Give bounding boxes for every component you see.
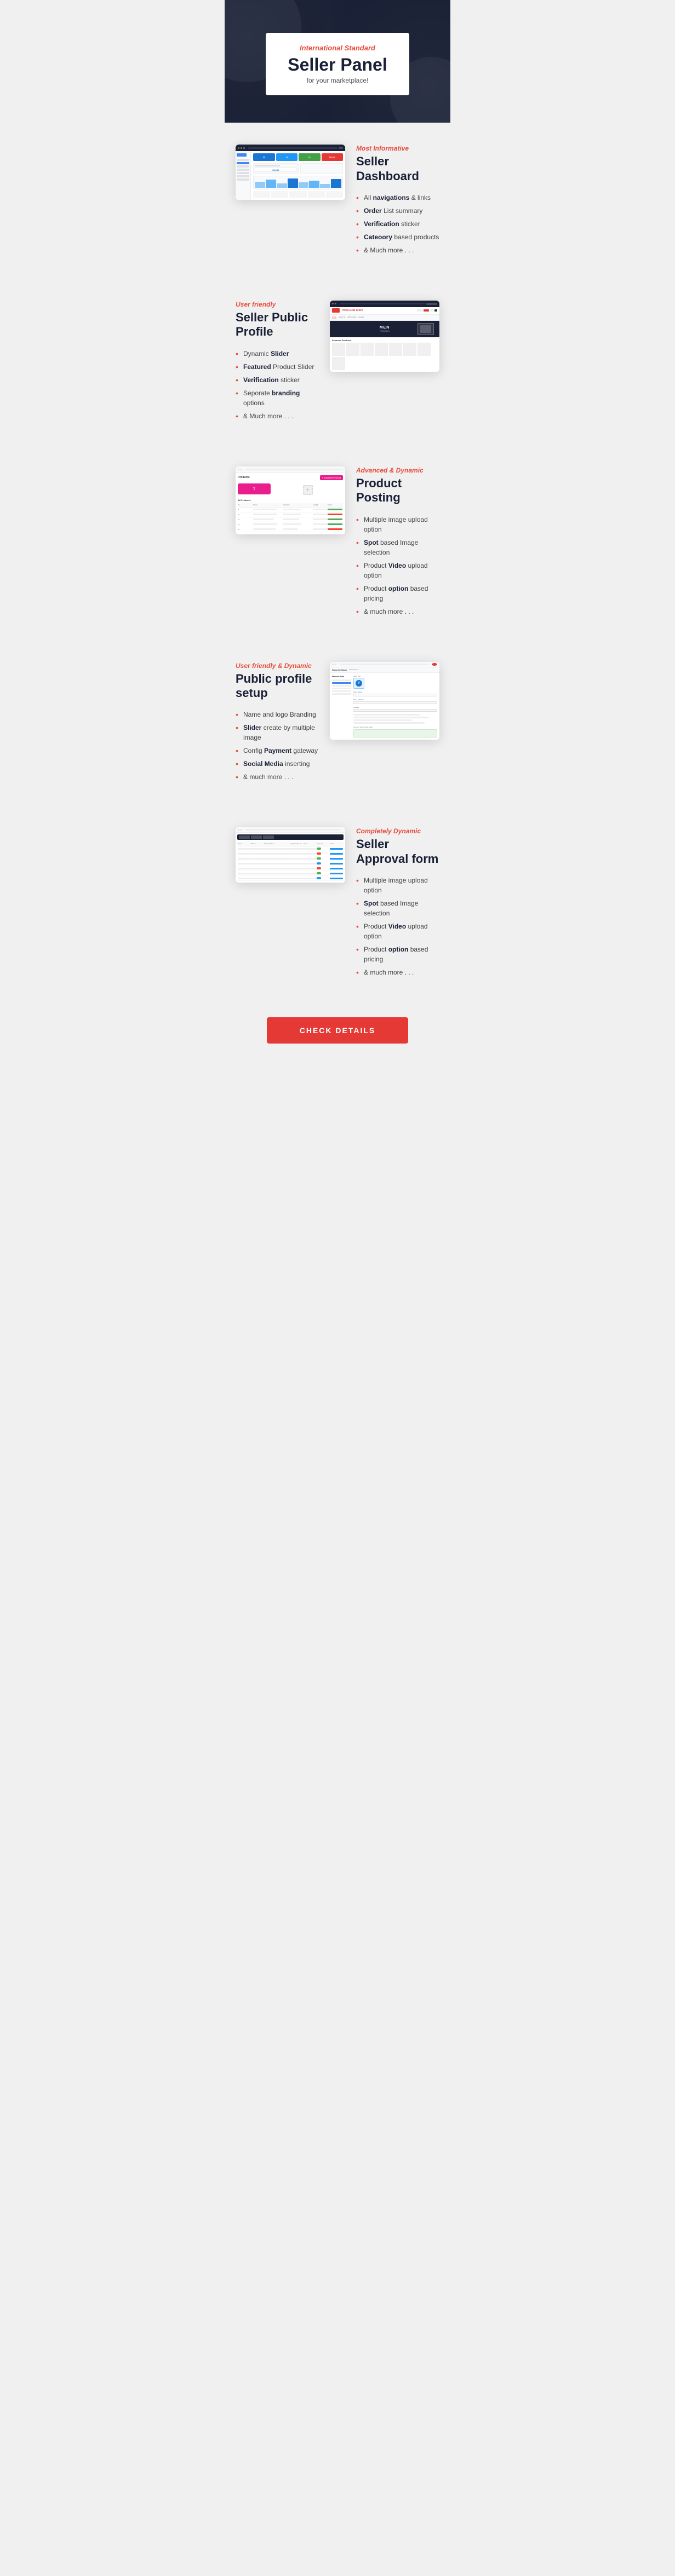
feature-item: Multiple image upload option <box>356 874 439 897</box>
feature-item: Name and logo Branding <box>236 708 319 721</box>
section-setup-inner: Shop Settings Order Report Models info <box>236 662 439 784</box>
section-posting-inner: Products + Add New Product ⇧ + All Produ… <box>236 466 439 618</box>
profile-features: Dynamic Slider Featured Product Slider V… <box>236 347 319 423</box>
feature-item: Verification sticker <box>236 373 319 387</box>
hero-subtitle: International Standard <box>288 44 387 52</box>
check-details-button[interactable]: CHECK DETAILS <box>267 1017 409 1044</box>
profile-title: Seller Public Profile <box>236 310 319 339</box>
feature-item: Multiple image upload option <box>356 513 439 536</box>
setup-label: User friendly & Dynamic <box>236 662 319 670</box>
section-dashboard: 86 14 23 $44,532 $3,066 <box>225 123 450 279</box>
hero-title: Seller Panel <box>288 55 387 74</box>
section-setup: Shop Settings Order Report Models info <box>225 640 450 806</box>
feature-item: Verification sticker <box>356 217 439 230</box>
section-profile: Price Deal Store Home About Us All Produ… <box>225 279 450 445</box>
hero-card: International Standard Seller Panel for … <box>266 33 409 95</box>
feature-item: & Much more . . . <box>236 410 319 423</box>
feature-item: Social Media inserting <box>236 757 319 770</box>
posting-content: Advanced & Dynamic Product Posting Multi… <box>356 466 439 618</box>
approval-label: Completely Dynamic <box>356 827 439 835</box>
profile-content: User friendly Seller Public Profile Dyna… <box>236 301 319 423</box>
feature-item: Product option based pricing <box>356 582 439 605</box>
feature-item: Seporate branding options <box>236 387 319 410</box>
dashboard-label: Most Informative <box>356 145 439 152</box>
feature-item: Product Video upload option <box>356 559 439 582</box>
dashboard-title: Seller Dashboard <box>356 154 439 183</box>
section-profile-inner: Price Deal Store Home About Us All Produ… <box>236 301 439 423</box>
section-approval-inner: Name Phone Store Address Registration No… <box>236 827 439 979</box>
approval-content: Completely Dynamic Seller Approval form … <box>356 827 439 979</box>
setup-screenshot: Shop Settings Order Report Models info <box>330 662 439 740</box>
feature-item: Config Payment gateway <box>236 744 319 757</box>
feature-item: Spot based Image selection <box>356 536 439 559</box>
feature-item: & much more . . . <box>356 605 439 618</box>
feature-item: Spot based Image selection <box>356 897 439 920</box>
posting-screenshot: Products + Add New Product ⇧ + All Produ… <box>236 466 345 534</box>
profile-screenshot: Price Deal Store Home About Us All Produ… <box>330 301 439 372</box>
setup-title: Public profile setup <box>236 672 319 701</box>
section-posting: Products + Add New Product ⇧ + All Produ… <box>225 445 450 640</box>
feature-item: & much more . . . <box>356 966 439 979</box>
section-dashboard-inner: 86 14 23 $44,532 $3,066 <box>236 145 439 257</box>
approval-screenshot: Name Phone Store Address Registration No… <box>236 827 345 883</box>
feature-item: Featured Product Slider <box>236 360 319 373</box>
feature-item: & Much more . . . <box>356 244 439 257</box>
section-approval: Name Phone Store Address Registration No… <box>225 805 450 1001</box>
feature-item: Dynamic Slider <box>236 347 319 360</box>
feature-item: Product Video upload option <box>356 920 439 943</box>
profile-label: User friendly <box>236 301 319 308</box>
hero-tagline: for your marketplace! <box>288 77 387 84</box>
feature-item: Order List summary <box>356 204 439 217</box>
dashboard-content: Most Informative Seller Dashboard All na… <box>356 145 439 257</box>
setup-features: Name and logo Branding Slider create by … <box>236 708 319 783</box>
posting-title: Product Posting <box>356 476 439 505</box>
posting-features: Multiple image upload option Spot based … <box>356 513 439 618</box>
hero-section: International Standard Seller Panel for … <box>225 0 450 123</box>
cta-section: CHECK DETAILS <box>225 1001 450 1071</box>
posting-label: Advanced & Dynamic <box>356 466 439 474</box>
feature-item: Product option based pricing <box>356 943 439 966</box>
setup-content: User friendly & Dynamic Public profile s… <box>236 662 319 784</box>
feature-item: & much more . . . <box>236 770 319 783</box>
feature-item: All navigations & links <box>356 191 439 204</box>
approval-title: Seller Approval form <box>356 837 439 866</box>
feature-item: Cateoory based products <box>356 230 439 244</box>
dashboard-features: All navigations & links Order List summa… <box>356 191 439 257</box>
feature-item: Slider create by multiple image <box>236 721 319 744</box>
approval-features: Multiple image upload option Spot based … <box>356 874 439 979</box>
dashboard-screenshot: 86 14 23 $44,532 $3,066 <box>236 145 345 200</box>
